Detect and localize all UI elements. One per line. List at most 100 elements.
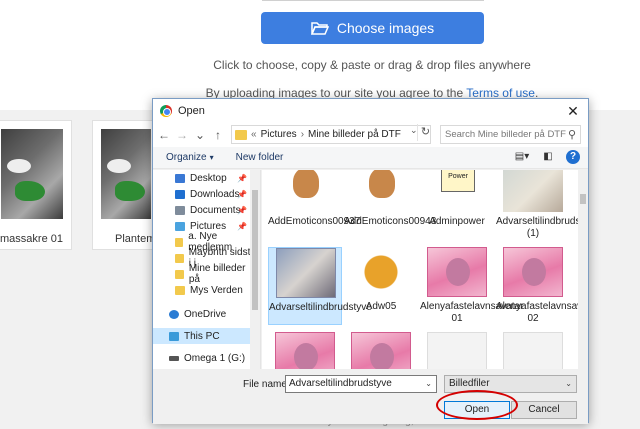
file-thumbnail xyxy=(503,170,563,212)
folder-icon xyxy=(235,129,247,140)
refresh-icon[interactable]: ↻ xyxy=(417,124,433,141)
breadcrumb-overflow[interactable]: « xyxy=(251,129,257,140)
scroll-thumb[interactable] xyxy=(580,194,586,204)
chevron-down-icon[interactable]: ⌄ xyxy=(425,376,432,392)
file-name-value: Advarseltilindbrudstyve xyxy=(289,378,392,389)
divider xyxy=(262,0,484,1)
documents-icon xyxy=(175,205,185,215)
view-options-icon[interactable]: ▤▾ xyxy=(514,150,530,164)
breadcrumb-pictures[interactable]: Pictures xyxy=(261,129,297,140)
folder-icon xyxy=(175,285,185,295)
cancel-button[interactable]: Cancel xyxy=(511,401,577,419)
file-thumbnail xyxy=(351,247,411,297)
dialog-titlebar[interactable]: Open ✕ xyxy=(153,99,588,123)
file-thumbnail xyxy=(427,247,487,297)
sidebar-item-folder[interactable]: Mine billeder på xyxy=(153,263,251,285)
back-button[interactable]: ← xyxy=(157,127,171,143)
sidebar-item-folder[interactable]: Mys Verden xyxy=(153,282,251,298)
file-name-field[interactable]: Advarseltilindbrudstyve ⌄ xyxy=(285,375,437,393)
file-thumbnail xyxy=(427,332,487,369)
search-placeholder: Search Mine billeder på DTF xyxy=(445,129,566,140)
gallery-thumb[interactable]: Plantem xyxy=(92,120,154,250)
file-item[interactable] xyxy=(420,332,494,369)
chevron-down-icon: ⌄ xyxy=(565,379,572,388)
file-item[interactable] xyxy=(344,332,418,369)
sidebar-item-label: Mys Verden xyxy=(190,284,243,296)
folder-open-icon xyxy=(310,22,329,35)
file-item[interactable]: AddEmoticons00937 xyxy=(268,170,361,240)
choose-images-label: Choose images xyxy=(336,20,435,36)
file-name: AddEmoticons00937 xyxy=(268,216,361,227)
up-button[interactable]: ↑ xyxy=(211,127,225,143)
forward-button[interactable]: → xyxy=(175,127,189,143)
file-type-value: Billedfiler xyxy=(449,378,490,389)
file-name: Alenyafastelavnsavatar 02 xyxy=(496,301,588,324)
breadcrumb[interactable]: « Pictures › Mine billeder på DTF xyxy=(231,125,431,144)
pin-icon: 📌 xyxy=(237,189,247,199)
organize-menu[interactable]: Organize ▾ xyxy=(166,152,214,163)
search-input[interactable]: Search Mine billeder på DTF ⚲ xyxy=(440,125,581,144)
file-item[interactable]: Advarseltilindbrudstyve (1) xyxy=(496,170,588,240)
file-thumbnail xyxy=(503,247,563,297)
thumb-image xyxy=(101,129,151,219)
sidebar-item-label: OneDrive xyxy=(184,308,227,320)
choose-images-button[interactable]: Choose images xyxy=(261,12,484,44)
breadcrumb-current[interactable]: Mine billeder på DTF xyxy=(308,129,401,140)
file-item[interactable]: Alenyafastelavnsavatar 01 xyxy=(420,247,524,325)
preview-pane-icon[interactable]: ◧ xyxy=(540,150,556,164)
file-item[interactable] xyxy=(496,332,570,369)
file-list: AddEmoticons00937 AddEmoticons00943 Admi… xyxy=(262,170,588,369)
drive-icon xyxy=(169,355,179,361)
file-item-selected[interactable]: Advarseltilindbrudstyve xyxy=(268,247,372,325)
file-name: Advarseltilindbrudstyve (1) xyxy=(496,216,588,239)
sidebar-item-label: Downloads xyxy=(190,188,240,200)
chrome-icon xyxy=(160,105,172,117)
sidebar-item-drive[interactable]: Omega 1 (G:) xyxy=(153,350,251,366)
file-item[interactable] xyxy=(268,332,342,369)
dialog-toolbar: Organize ▾ New folder ▤▾ ◧ ? xyxy=(153,147,588,169)
thumb-caption: massakre 01 xyxy=(0,233,63,245)
sidebar-item-desktop[interactable]: Desktop 📌 xyxy=(153,170,251,186)
recent-locations-button[interactable]: ⌄ xyxy=(193,127,207,143)
breadcrumb-separator: › xyxy=(300,129,305,140)
pin-icon: 📌 xyxy=(237,173,247,183)
file-item[interactable]: Adw05 xyxy=(344,247,418,325)
file-name: Advarseltilindbrudstyve xyxy=(269,302,372,313)
file-thumbnail xyxy=(275,170,335,212)
dialog-footer: File name: Advarseltilindbrudstyve ⌄ Bil… xyxy=(153,370,588,424)
close-button[interactable]: ✕ xyxy=(564,102,582,120)
sidebar-scrollbar[interactable] xyxy=(250,170,260,369)
new-folder-button[interactable]: New folder xyxy=(236,152,284,163)
gallery-thumb[interactable]: massakre 01 xyxy=(0,120,72,250)
download-icon xyxy=(175,189,185,199)
file-item[interactable]: Admin power xyxy=(420,170,494,240)
folder-icon xyxy=(175,269,184,279)
file-thumbnail xyxy=(276,248,336,298)
upload-hint: Click to choose, copy & paste or drag & … xyxy=(213,58,531,72)
file-name: Adw05 xyxy=(365,301,397,312)
organize-label: Organize xyxy=(166,152,207,163)
sidebar-item-documents[interactable]: Documents 📌 xyxy=(153,202,251,218)
help-icon[interactable]: ? xyxy=(566,150,580,164)
sidebar-item-onedrive[interactable]: OneDrive xyxy=(153,306,251,322)
sidebar-item-label: Omega 1 (G:) xyxy=(184,352,246,364)
folder-icon xyxy=(175,253,184,263)
dialog-title: Open xyxy=(178,105,205,117)
file-item[interactable]: AddEmoticons00943 xyxy=(344,170,437,240)
file-name: Alenyafastelavnsavatar 01 xyxy=(420,301,524,324)
pin-icon: 📌 xyxy=(237,221,247,231)
sidebar-item-this-pc[interactable]: This PC xyxy=(153,328,251,344)
file-thumbnail xyxy=(351,170,411,212)
sidebar-item-downloads[interactable]: Downloads 📌 xyxy=(153,186,251,202)
scroll-thumb[interactable] xyxy=(252,190,258,310)
file-name-label: File name: xyxy=(243,379,290,390)
open-file-dialog: Open ✕ ← → ⌄ ↑ « Pictures › Mine billede… xyxy=(152,98,589,424)
file-name: AddEmoticons00943 xyxy=(344,216,437,227)
sidebar-item-label: Desktop xyxy=(190,172,227,184)
file-item[interactable]: Alenyafastelavnsavatar 02 xyxy=(496,247,588,325)
file-name: Adminpower xyxy=(429,216,485,227)
file-list-scrollbar[interactable] xyxy=(578,170,588,369)
upload-area[interactable]: Choose images Click to choose, copy & pa… xyxy=(0,0,640,110)
thumb-caption: Plantem xyxy=(115,233,153,245)
sidebar-item-label: Pictures xyxy=(190,220,227,232)
